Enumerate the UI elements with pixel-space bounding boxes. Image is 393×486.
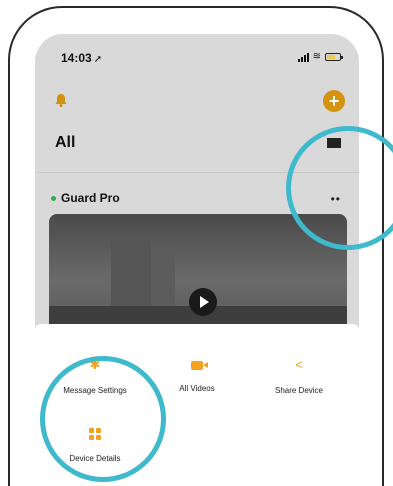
bell-icon[interactable] [53, 92, 69, 108]
location-icon: ➚ [93, 54, 103, 65]
preview-building [111, 234, 151, 314]
online-status-dot [51, 195, 56, 201]
all-videos-button[interactable]: All Videos [147, 358, 247, 396]
highlight-ring-device-details [40, 356, 166, 482]
status-time: 14:03 ➚ [61, 51, 103, 65]
action-label: Share Device [274, 386, 324, 395]
wifi-icon: ≋ [312, 51, 321, 62]
share-device-button[interactable]: < Share Device [249, 358, 349, 398]
device-name: Guard Pro [61, 191, 120, 205]
camera-preview[interactable] [49, 214, 347, 334]
add-device-button[interactable]: + [323, 90, 345, 112]
share-icon: < [295, 357, 303, 372]
status-icons: ≋ [297, 51, 343, 62]
status-bar: 14:03 ➚ ≋ [35, 34, 359, 78]
signal-icon [297, 52, 309, 62]
action-label: All Videos [179, 384, 215, 393]
page-title: All [55, 134, 76, 151]
device-header: Guard Pro [51, 191, 120, 205]
battery-icon [325, 53, 343, 61]
video-camera-icon [191, 361, 208, 370]
play-button[interactable] [189, 288, 217, 316]
preview-building [151, 248, 175, 314]
